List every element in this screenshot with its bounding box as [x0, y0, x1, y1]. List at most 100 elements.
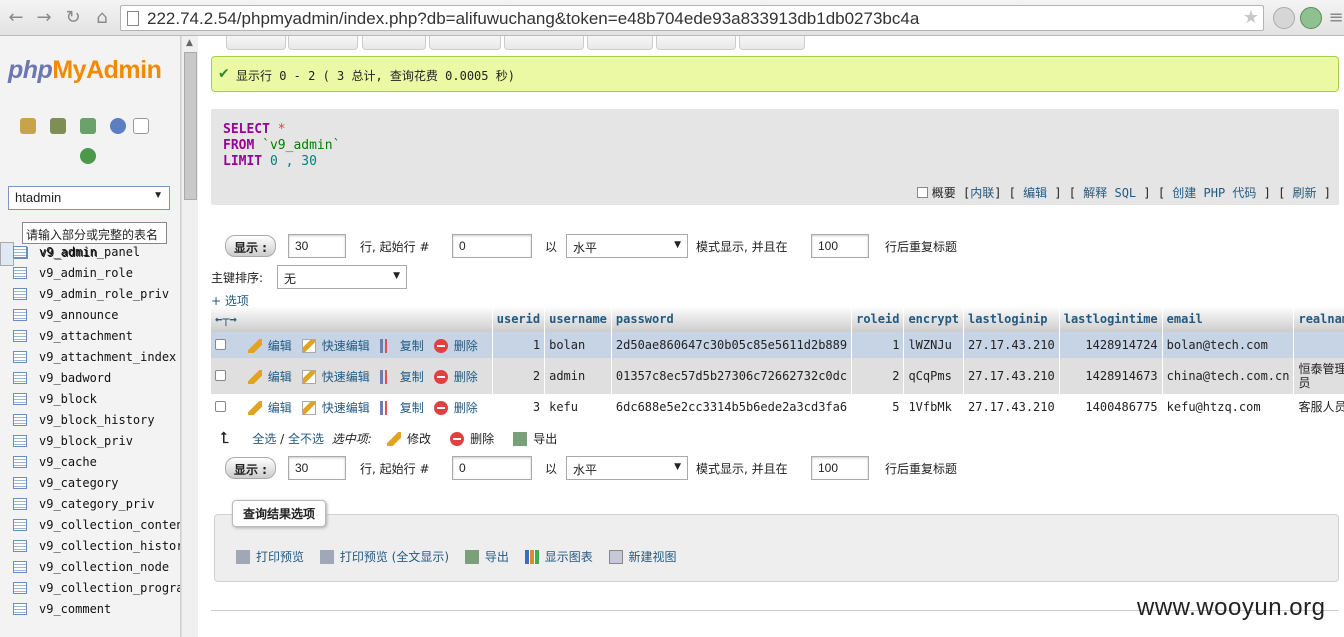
reload-icon[interactable]: ↻ — [61, 6, 85, 30]
table-icon[interactable] — [13, 603, 27, 615]
menu-icon[interactable]: ≡ — [1324, 6, 1344, 30]
refresh-link[interactable]: 刷新 — [1293, 186, 1317, 200]
table-icon[interactable] — [13, 582, 27, 594]
show-button[interactable]: 显示 : — [225, 235, 276, 257]
column-header-lastloginip[interactable]: lastloginip — [963, 306, 1060, 332]
cell-lastlogintime[interactable]: 1428914673 — [1059, 358, 1163, 394]
rows-input[interactable]: 30 — [288, 234, 346, 258]
table-icon[interactable] — [13, 267, 27, 279]
table-icon[interactable] — [13, 561, 27, 573]
table-icon[interactable] — [13, 435, 27, 447]
bulk-delete-button[interactable]: 删除 — [470, 432, 494, 446]
edit-link[interactable]: 编辑 — [268, 339, 292, 353]
back-icon[interactable]: ← — [4, 6, 28, 30]
sidebar-item-table[interactable]: v9_category — [0, 473, 180, 494]
sidebar-item-table[interactable]: v9_collection_program — [0, 578, 180, 599]
inline-link[interactable]: 内联 — [970, 186, 994, 200]
column-header-realname[interactable]: realname — [1293, 306, 1344, 332]
sidebar-item-table[interactable]: v9_block_priv — [0, 431, 180, 452]
bulk-edit-button[interactable]: 修改 — [407, 432, 431, 446]
sidebar-item-table[interactable]: v9_attachment — [0, 326, 180, 347]
cell-roleid[interactable]: 5 — [851, 394, 905, 420]
table-name[interactable]: v9_cache — [39, 455, 97, 469]
cell-userid[interactable]: 2 — [492, 358, 546, 394]
column-header-password[interactable]: password — [611, 306, 853, 332]
sidebar-item-table[interactable]: v9_admin_role_priv — [0, 284, 180, 305]
copy-link[interactable]: 复制 — [400, 401, 424, 415]
delete-link[interactable]: 删除 — [454, 401, 478, 415]
explain-sql-link[interactable]: 解释 SQL — [1083, 186, 1136, 200]
table-icon[interactable] — [13, 477, 27, 489]
row-checkbox[interactable] — [215, 338, 226, 350]
table-name[interactable]: v9_collection_node — [39, 560, 169, 574]
database-select[interactable]: htadmin ▼ — [8, 186, 170, 210]
table-icon[interactable] — [13, 498, 27, 510]
cell-userid[interactable]: 1 — [492, 332, 546, 358]
url-text[interactable]: 222.74.2.54/phpmyadmin/index.php?db=alif… — [147, 9, 919, 29]
sidebar-item-table[interactable]: v9_collection_node — [0, 557, 180, 578]
rows-input-bottom[interactable]: 30 — [288, 456, 346, 480]
tab-export[interactable] — [587, 36, 653, 50]
sidebar-item-table[interactable]: v9_collection_history — [0, 536, 180, 557]
table-name[interactable]: v9_badword — [39, 371, 111, 385]
sidebar-item-table[interactable]: v9_badword — [0, 368, 180, 389]
scroll-thumb[interactable] — [184, 52, 197, 200]
extension-icon[interactable] — [1273, 7, 1295, 29]
delete-link[interactable]: 删除 — [454, 370, 478, 384]
table-name[interactable]: v9_block_priv — [39, 434, 133, 448]
column-header-roleid[interactable]: roleid — [851, 306, 905, 332]
sidebar-item-table[interactable]: v9_comment — [0, 599, 180, 620]
table-filter-input[interactable]: 请输入部分或完整的表名 — [22, 222, 167, 244]
cell-username[interactable]: admin — [544, 358, 612, 394]
edit-sql-link[interactable]: 编辑 — [1023, 186, 1047, 200]
tab-import[interactable] — [656, 36, 736, 50]
cell-lastlogintime[interactable]: 1428914724 — [1059, 332, 1163, 358]
sidebar-item-table[interactable]: v9_block — [0, 389, 180, 410]
table-icon[interactable] — [13, 414, 27, 426]
delete-link[interactable]: 删除 — [454, 339, 478, 353]
column-header-lastlogintime[interactable]: lastlogintime — [1059, 306, 1163, 332]
home-icon[interactable] — [20, 118, 36, 134]
print-view-full-link[interactable]: 打印预览 (全文显示) — [340, 550, 449, 564]
table-name[interactable]: v9_announce — [39, 308, 118, 322]
cell-username[interactable]: kefu — [544, 394, 612, 420]
sidebar-item-table[interactable]: v9_cache — [0, 452, 180, 473]
table-icon[interactable] — [13, 351, 27, 363]
cell-realname[interactable]: 客服人员 — [1293, 394, 1344, 420]
cell-email[interactable]: china@tech.com.cn — [1162, 358, 1295, 394]
cell-userid[interactable]: 3 — [492, 394, 546, 420]
create-view-link[interactable]: 新建视图 — [629, 550, 677, 564]
help-icon[interactable] — [110, 118, 126, 134]
column-header-username[interactable]: username — [544, 306, 612, 332]
sidebar-item-table[interactable]: v9_admin_panel — [0, 242, 180, 263]
table-icon[interactable] — [13, 246, 27, 258]
sidebar-item-table[interactable]: v9_block_history — [0, 410, 180, 431]
cell-roleid[interactable]: 1 — [851, 332, 905, 358]
table-icon[interactable] — [13, 330, 27, 342]
cell-lastloginip[interactable]: 27.17.43.210 — [963, 332, 1060, 358]
table-name[interactable]: v9_comment — [39, 602, 111, 616]
column-header-userid[interactable]: userid — [492, 306, 546, 332]
cell-lastloginip[interactable]: 27.17.43.210 — [963, 394, 1060, 420]
quick-edit-link[interactable]: 快速编辑 — [322, 339, 370, 353]
table-name[interactable]: v9_block — [39, 392, 97, 406]
nav-scrollbar[interactable]: ▲ — [181, 36, 198, 637]
cell-roleid[interactable]: 2 — [851, 358, 905, 394]
table-icon[interactable] — [13, 372, 27, 384]
table-name[interactable]: v9_admin_panel — [39, 245, 140, 259]
row-checkbox[interactable] — [215, 400, 226, 412]
display-mode-select-bottom[interactable]: 水平 ▼ — [566, 456, 688, 480]
table-name[interactable]: v9_admin_role — [39, 266, 133, 280]
bookmark-star-icon[interactable]: ★ — [1243, 7, 1259, 28]
docs-icon[interactable] — [133, 118, 149, 134]
cell-realname[interactable]: 恒泰管理员 — [1293, 358, 1344, 394]
cell-realname[interactable] — [1293, 332, 1344, 358]
table-name[interactable]: v9_block_history — [39, 413, 155, 427]
cell-lastloginip[interactable]: 27.17.43.210 — [963, 358, 1060, 394]
uncheck-all-link[interactable]: 全不选 — [288, 432, 324, 446]
tab-browse[interactable] — [226, 36, 286, 50]
cell-encrypt[interactable]: lWZNJu — [903, 332, 965, 358]
column-header-email[interactable]: email — [1162, 306, 1295, 332]
exit-icon[interactable] — [50, 118, 66, 134]
print-view-link[interactable]: 打印预览 — [256, 550, 304, 564]
